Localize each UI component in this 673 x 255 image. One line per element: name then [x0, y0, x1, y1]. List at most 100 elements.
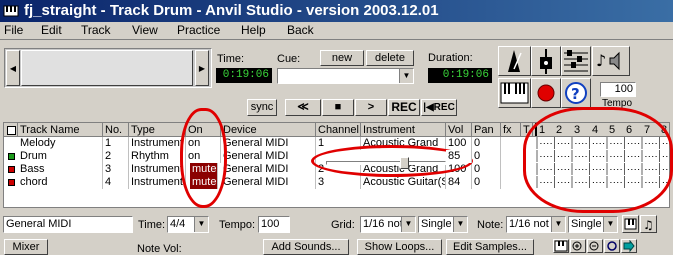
- track-number: 1: [103, 137, 129, 150]
- col-type[interactable]: Type: [129, 123, 186, 137]
- chevron-down-icon[interactable]: ▼: [399, 69, 413, 83]
- col-fx[interactable]: fx: [501, 123, 521, 137]
- scroll-left-button[interactable]: ◀: [6, 50, 20, 86]
- track-type[interactable]: Rhythm: [129, 150, 186, 163]
- arrow-right-icon: [622, 240, 636, 252]
- select-all-header[interactable]: [4, 123, 18, 137]
- track-name[interactable]: Melody: [18, 137, 103, 150]
- menu-file[interactable]: File: [4, 22, 23, 39]
- table-row[interactable]: chord 4 Instrument mute General MIDI 3 A…: [4, 176, 533, 189]
- track-device[interactable]: General MIDI: [221, 176, 316, 189]
- scroll-thumb[interactable]: [21, 50, 193, 86]
- table-row[interactable]: Drum 2 Rhythm on General MIDI 85 0: [4, 150, 533, 163]
- track-name[interactable]: Bass: [18, 163, 103, 176]
- cue-label: Cue:: [277, 53, 300, 65]
- col-no[interactable]: No.: [103, 123, 129, 137]
- chevron-down-icon[interactable]: ▼: [551, 217, 565, 232]
- track-color-swatch: [8, 153, 15, 160]
- loop-button[interactable]: [604, 239, 620, 253]
- zoom-button[interactable]: [622, 215, 639, 233]
- menu-track[interactable]: Track: [81, 22, 111, 39]
- track-color-swatch: [8, 140, 15, 147]
- note-value: 1/16 not: [509, 218, 549, 230]
- menu-help[interactable]: Help: [241, 22, 266, 39]
- chevron-down-icon[interactable]: ▼: [401, 217, 415, 232]
- menu-back[interactable]: Back: [287, 22, 314, 39]
- track-device[interactable]: General MIDI: [221, 137, 316, 150]
- eighth-note-icon: ♫: [641, 216, 656, 232]
- mixer-view-button[interactable]: [561, 46, 591, 76]
- volume-slider[interactable]: [326, 157, 446, 169]
- position-scrollbar[interactable]: ◀ ▶: [4, 48, 212, 88]
- track-volume[interactable]: 100: [446, 137, 472, 150]
- track-type[interactable]: Instrument: [129, 176, 186, 189]
- menu-view[interactable]: View: [132, 22, 158, 39]
- metronome-button[interactable]: [498, 46, 531, 76]
- menu-practice[interactable]: Practice: [177, 22, 220, 39]
- track-pan[interactable]: 0: [472, 176, 501, 189]
- rewind-button[interactable]: ≪: [285, 99, 321, 116]
- track-device[interactable]: General MIDI: [221, 150, 316, 163]
- help-button[interactable]: ?: [561, 78, 591, 108]
- zoom-out-button[interactable]: [587, 239, 603, 253]
- col-device[interactable]: Device: [221, 123, 316, 137]
- track-pan[interactable]: 0: [472, 163, 501, 176]
- app-icon[interactable]: [3, 3, 19, 19]
- volume-slider-track: [326, 161, 446, 165]
- audio-button[interactable]: ♪: [592, 46, 630, 76]
- scroll-right-button[interactable]: ▶: [195, 50, 209, 86]
- new-cue-button[interactable]: new: [320, 50, 364, 66]
- time-sig-select[interactable]: 4/4▼: [167, 216, 209, 233]
- table-row[interactable]: Melody 1 Instrument on General MIDI 1 Ac…: [4, 137, 533, 150]
- chevron-down-icon[interactable]: ▼: [603, 217, 617, 232]
- col-instrument[interactable]: Instrument: [361, 123, 446, 137]
- track-name[interactable]: Drum: [18, 150, 103, 163]
- loop-icon: [605, 240, 619, 252]
- record-button[interactable]: [531, 78, 561, 108]
- track-channel[interactable]: 3: [316, 176, 361, 189]
- piano-roll-button[interactable]: [553, 239, 569, 253]
- track-volume[interactable]: 85: [446, 150, 472, 163]
- tuning-fork-icon: [532, 47, 560, 75]
- menu-edit[interactable]: Edit: [41, 22, 62, 39]
- track-type[interactable]: Instrument: [129, 163, 186, 176]
- delete-cue-button[interactable]: delete: [366, 50, 414, 66]
- time-display: 0:19:06: [216, 68, 272, 83]
- grid-mode-select[interactable]: Single▼: [418, 216, 468, 233]
- play-button[interactable]: >: [355, 99, 387, 116]
- duration-label: Duration:: [428, 52, 473, 64]
- volume-slider-thumb[interactable]: [400, 157, 409, 169]
- track-type[interactable]: Instrument: [129, 137, 186, 150]
- tempo-field[interactable]: 100: [258, 216, 290, 233]
- stop-button[interactable]: ■: [322, 99, 354, 116]
- rec-from-start-button[interactable]: |◀REC: [421, 99, 457, 116]
- note-mode-select[interactable]: Single▼: [568, 216, 618, 233]
- chevron-down-icon[interactable]: ▼: [453, 217, 467, 232]
- note-tool-button[interactable]: ♫: [640, 215, 657, 233]
- col-track-name[interactable]: Track Name: [18, 123, 103, 137]
- chevron-down-icon[interactable]: ▼: [194, 217, 208, 232]
- tempo-input[interactable]: 100: [600, 82, 636, 97]
- col-vol[interactable]: Vol: [446, 123, 472, 137]
- track-volume[interactable]: 84: [446, 176, 472, 189]
- device-input[interactable]: General MIDI: [3, 216, 133, 233]
- track-pan[interactable]: 0: [472, 137, 501, 150]
- keyboard-button[interactable]: [498, 78, 531, 108]
- note-select[interactable]: 1/16 not▼: [506, 216, 566, 233]
- rec-button[interactable]: REC: [388, 99, 420, 116]
- tuner-button[interactable]: [531, 46, 561, 76]
- cue-select[interactable]: ▼: [277, 68, 414, 84]
- sync-button[interactable]: sync: [247, 99, 277, 116]
- col-pan[interactable]: Pan: [472, 123, 501, 137]
- goto-end-button[interactable]: [621, 239, 637, 253]
- svg-text:♪: ♪: [596, 51, 606, 70]
- grid-select[interactable]: 1/16 not▼: [360, 216, 416, 233]
- track-instrument[interactable]: Acoustic Guitar(S: [361, 176, 446, 189]
- track-color-swatch: [8, 166, 15, 173]
- zoom-in-button[interactable]: [570, 239, 586, 253]
- zoom-in-icon: [571, 240, 585, 252]
- track-name[interactable]: chord: [18, 176, 103, 189]
- col-channel[interactable]: Channel: [316, 123, 361, 137]
- track-device[interactable]: General MIDI: [221, 163, 316, 176]
- track-pan[interactable]: 0: [472, 150, 501, 163]
